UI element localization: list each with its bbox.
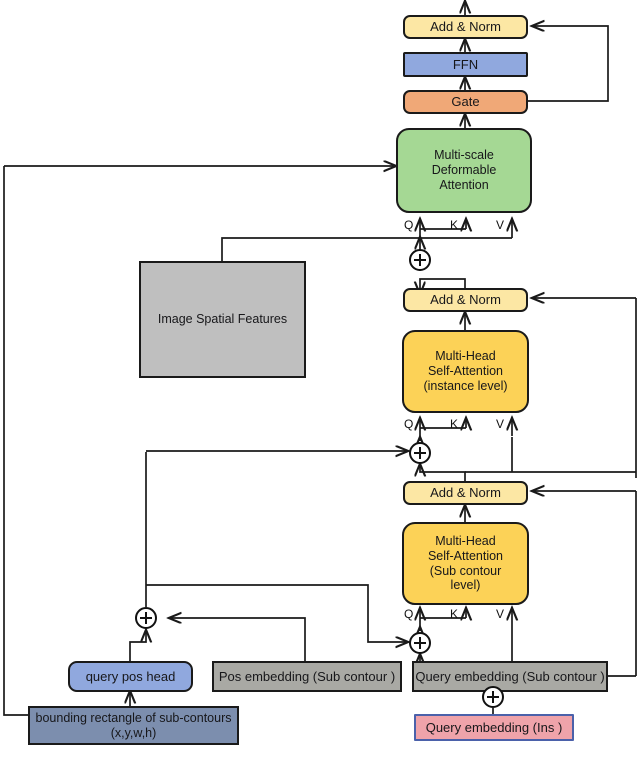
block-multihead-self-attention-instance[interactable]: Multi-Head Self-Attention (instance leve…: [402, 330, 529, 413]
block-add-norm-lower[interactable]: Add & Norm: [403, 481, 528, 505]
block-add-norm-top[interactable]: Add & Norm: [403, 15, 528, 39]
port-label-subcontour-v: V: [496, 607, 505, 621]
block-label: Add & Norm: [430, 292, 501, 308]
block-multihead-self-attention-subcontour[interactable]: Multi-Head Self-Attention (Sub contour l…: [402, 522, 529, 605]
port-label-instance-k: K: [450, 417, 459, 431]
block-gate[interactable]: Gate: [403, 90, 528, 114]
block-label: bounding rectangle of sub-contours (x,y,…: [35, 710, 232, 740]
connection-wires: [3, 0, 637, 716]
sum-operator-instance-query: [409, 442, 431, 464]
sum-operator-subcontour-query: [409, 632, 431, 654]
sum-operator-instance-embedding: [482, 686, 504, 708]
sum-operator-query-position: [135, 607, 157, 629]
port-label-deformable-k: K: [450, 218, 459, 232]
block-ffn[interactable]: FFN: [403, 52, 528, 77]
block-multiscale-deformable-attention[interactable]: Multi-scale Deformable Attention: [396, 128, 532, 213]
diagram-canvas: Add & Norm FFN Gate Multi-scale Deformab…: [0, 0, 640, 764]
block-label: Query embedding (Ins ): [425, 719, 563, 735]
block-label: Add & Norm: [430, 19, 501, 35]
block-label: Add & Norm: [430, 485, 501, 501]
block-label: Query embedding (Sub contour ): [415, 668, 605, 684]
block-label: Image Spatial Features: [157, 312, 288, 327]
port-label-deformable-v: V: [496, 218, 505, 232]
block-add-norm-middle[interactable]: Add & Norm: [403, 288, 528, 312]
port-label-instance-v: V: [496, 417, 505, 431]
port-label-instance-q: Q: [404, 417, 414, 431]
page-caption: [0, 748, 640, 764]
sum-operator-deformable-query: [409, 249, 431, 271]
block-query-pos-head[interactable]: query pos head: [68, 661, 193, 692]
block-label: Multi-scale Deformable Attention: [431, 148, 497, 192]
block-label: FFN: [452, 56, 479, 72]
block-label: Gate: [451, 94, 480, 110]
block-pos-embedding-sub-contour[interactable]: Pos embedding (Sub contour ): [212, 661, 402, 692]
block-label: Pos embedding (Sub contour ): [218, 668, 396, 684]
block-label: query pos head: [85, 668, 176, 684]
block-label: Multi-Head Self-Attention (instance leve…: [423, 349, 508, 393]
block-query-embedding-sub-contour[interactable]: Query embedding (Sub contour ): [412, 661, 608, 692]
block-bounding-rectangle-of-sub-contours[interactable]: bounding rectangle of sub-contours (x,y,…: [28, 706, 239, 745]
block-label: Multi-Head Self-Attention (Sub contour l…: [427, 534, 504, 593]
port-label-subcontour-k: K: [450, 607, 459, 621]
block-query-embedding-instance[interactable]: Query embedding (Ins ): [414, 714, 574, 741]
port-label-deformable-q: Q: [404, 218, 414, 232]
block-image-spatial-features[interactable]: Image Spatial Features: [139, 261, 306, 378]
port-label-subcontour-q: Q: [404, 607, 414, 621]
